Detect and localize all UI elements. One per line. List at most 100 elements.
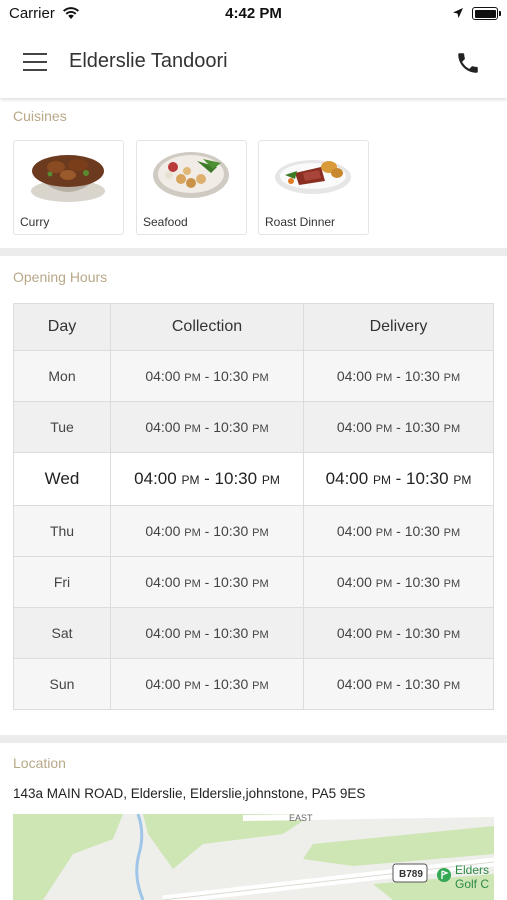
hamburger-icon-line bbox=[23, 69, 47, 71]
seafood-image bbox=[153, 152, 229, 198]
page-title: Elderslie Tandoori bbox=[69, 50, 228, 72]
road-number: B789 bbox=[399, 869, 423, 880]
table-row: Sat 04:00 PM - 10:30 PM 04:00 PM - 10:30… bbox=[13, 607, 494, 659]
ampm: PM bbox=[252, 629, 269, 641]
time: 04:00 bbox=[145, 574, 181, 590]
delivery-hours-cell: 04:00 PM - 10:30 PM bbox=[303, 401, 494, 453]
collection-hours-cell: 04:00 PM - 10:30 PM bbox=[110, 607, 304, 659]
opening-hours-section-title: Opening Hours bbox=[13, 269, 108, 285]
delivery-hours-cell: 04:00 PM - 10:30 PM bbox=[303, 556, 494, 608]
ampm: PM bbox=[375, 527, 393, 539]
delivery-hours-cell: 04:00 PM - 10:30 PM bbox=[303, 452, 494, 506]
cuisine-card-roast-dinner[interactable]: Roast Dinner bbox=[258, 140, 369, 235]
cuisine-card-curry[interactable]: Curry bbox=[13, 140, 124, 235]
time: 10:30 bbox=[404, 419, 440, 435]
collection-hours-cell: 04:00 PM - 10:30 PM bbox=[110, 556, 304, 608]
hamburger-icon-line bbox=[23, 61, 47, 63]
time: 10:30 bbox=[213, 676, 249, 692]
address-text: 143a MAIN ROAD, Elderslie, Elderslie,joh… bbox=[13, 786, 366, 801]
location-section-title: Location bbox=[13, 755, 66, 771]
header-delivery: Delivery bbox=[303, 303, 494, 351]
day-cell: Tue bbox=[13, 401, 111, 453]
time: 04:00 bbox=[336, 419, 372, 435]
time: 10:30 bbox=[213, 419, 249, 435]
curry-image bbox=[31, 155, 105, 202]
time: 04:00 bbox=[134, 469, 177, 488]
collection-hours-cell: 04:00 PM - 10:30 PM bbox=[110, 401, 304, 453]
ampm: PM bbox=[181, 473, 200, 487]
time: 04:00 bbox=[145, 523, 181, 539]
map-road-label: EAST bbox=[289, 814, 313, 823]
ampm: PM bbox=[375, 578, 393, 590]
map-graphic: EAST B789 Elders Golf C bbox=[13, 814, 494, 900]
menu-button[interactable] bbox=[23, 53, 47, 73]
cuisine-label: Seafood bbox=[143, 215, 188, 229]
navigation-bar: Elderslie Tandoori bbox=[0, 28, 507, 98]
time: 10:30 bbox=[404, 368, 440, 384]
header-collection: Collection bbox=[110, 303, 304, 351]
day-cell: Wed bbox=[13, 452, 111, 506]
time: 04:00 bbox=[145, 419, 181, 435]
time: 04:00 bbox=[336, 523, 372, 539]
table-row: Thu 04:00 PM - 10:30 PM 04:00 PM - 10:30… bbox=[13, 505, 494, 557]
day-cell: Sun bbox=[13, 658, 111, 710]
time: 04:00 bbox=[145, 368, 181, 384]
ampm: PM bbox=[375, 629, 393, 641]
ampm: PM bbox=[184, 578, 201, 590]
time: 04:00 bbox=[336, 676, 372, 692]
day-cell: Thu bbox=[13, 505, 111, 557]
day-cell: Fri bbox=[13, 556, 111, 608]
time: 10:30 bbox=[404, 676, 440, 692]
ampm: PM bbox=[443, 372, 461, 384]
opening-hours-table: Day Collection Delivery Mon 04:00 PM - 1… bbox=[13, 303, 494, 710]
time: 10:30 bbox=[404, 625, 440, 641]
time: 04:00 bbox=[325, 469, 369, 488]
collection-hours-cell: 04:00 PM - 10:30 PM bbox=[110, 658, 304, 710]
ampm: PM bbox=[184, 680, 201, 692]
ampm: PM bbox=[184, 527, 201, 539]
time: 04:00 bbox=[336, 625, 372, 641]
delivery-hours-cell: 04:00 PM - 10:30 PM bbox=[303, 505, 494, 557]
time: 10:30 bbox=[404, 574, 440, 590]
time: 10:30 bbox=[213, 368, 249, 384]
location-arrow-icon bbox=[453, 8, 463, 18]
delivery-hours-cell: 04:00 PM - 10:30 PM bbox=[303, 607, 494, 659]
ampm: PM bbox=[252, 423, 269, 435]
location-map[interactable]: EAST B789 Elders Golf C bbox=[13, 814, 494, 900]
map-place-line2: Golf C bbox=[455, 877, 489, 891]
phone-icon[interactable] bbox=[455, 50, 481, 76]
golf-pin-icon bbox=[437, 868, 451, 882]
time: 10:30 bbox=[214, 469, 258, 488]
table-header-row: Day Collection Delivery bbox=[13, 303, 494, 351]
ampm: PM bbox=[252, 680, 269, 692]
ampm: PM bbox=[443, 680, 461, 692]
time: 04:00 bbox=[336, 574, 372, 590]
ampm: PM bbox=[252, 527, 269, 539]
cuisine-label: Curry bbox=[20, 215, 50, 229]
header-day: Day bbox=[13, 303, 111, 351]
roast-dinner-image bbox=[275, 160, 351, 194]
time: 04:00 bbox=[145, 676, 181, 692]
ampm: PM bbox=[375, 372, 393, 384]
cuisines-section-title: Cuisines bbox=[13, 108, 67, 124]
cuisine-card-seafood[interactable]: Seafood bbox=[136, 140, 247, 235]
status-bar: Carrier 4:42 PM bbox=[0, 0, 507, 28]
clock: 4:42 PM bbox=[225, 5, 282, 22]
battery-icon bbox=[472, 7, 501, 20]
time: 10:30 bbox=[213, 625, 249, 641]
time: 04:00 bbox=[145, 625, 181, 641]
ampm: PM bbox=[443, 527, 461, 539]
section-divider bbox=[0, 735, 507, 743]
collection-hours-cell: 04:00 PM - 10:30 PM bbox=[110, 505, 304, 557]
ampm: PM bbox=[453, 473, 472, 487]
ampm: PM bbox=[261, 473, 280, 487]
time: 10:30 bbox=[213, 574, 249, 590]
ampm: PM bbox=[252, 372, 269, 384]
map-place-line1: Elders bbox=[455, 863, 489, 877]
table-row: Fri 04:00 PM - 10:30 PM 04:00 PM - 10:30… bbox=[13, 556, 494, 608]
delivery-hours-cell: 04:00 PM - 10:30 PM bbox=[303, 658, 494, 710]
table-row: Sun 04:00 PM - 10:30 PM 04:00 PM - 10:30… bbox=[13, 658, 494, 710]
time: 10:30 bbox=[406, 469, 449, 488]
collection-hours-cell: 04:00 PM - 10:30 PM bbox=[110, 452, 304, 506]
ampm: PM bbox=[184, 423, 201, 435]
